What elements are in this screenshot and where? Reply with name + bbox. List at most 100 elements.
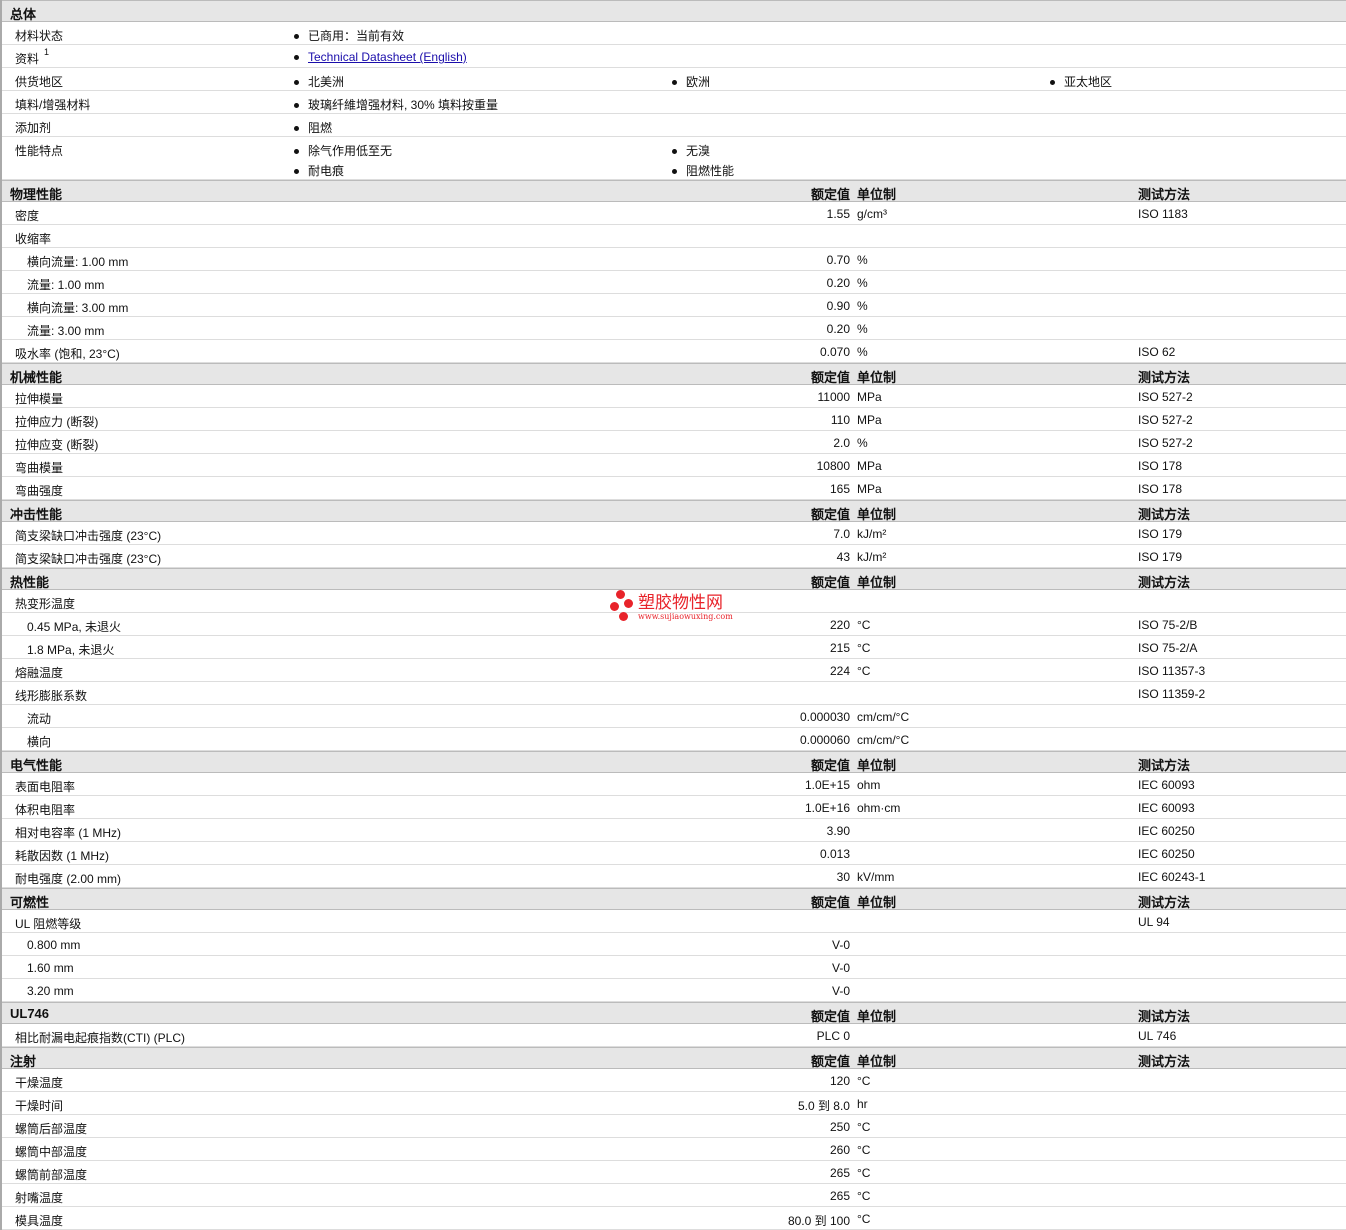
property-unit: °C — [857, 1189, 871, 1203]
property-label: 耗散因数 (1 MHz) — [15, 849, 109, 863]
unit-header: 单位制 — [857, 187, 897, 202]
bullet-text: 欧洲 — [686, 75, 711, 89]
property-row: 相比耐漏电起痕指数(CTI) (PLC) PLC 0 UL 746 — [2, 1024, 1346, 1047]
property-value: 110 — [830, 413, 850, 427]
general-row: 填料/增强材料 玻璃纤維增强材料, 30% 填料按重量 — [2, 91, 1346, 114]
property-unit: % — [857, 322, 868, 336]
bullet-item: 北美洲 — [294, 73, 344, 90]
bullet-text: 除气作用低至无 — [308, 144, 393, 158]
row-label: 性能特点 — [15, 144, 64, 158]
section-title: 冲击性能 — [10, 507, 63, 522]
property-label: 1.8 MPa, 未退火 — [27, 643, 115, 657]
test-method: IEC 60093 — [1138, 801, 1195, 815]
property-label: 弯曲模量 — [15, 461, 64, 475]
value-header: 额定值 — [810, 1054, 850, 1069]
section-header: UL746 额定值 单位制 测试方法 — [2, 1002, 1346, 1024]
method-header: 测试方法 — [1138, 575, 1191, 590]
property-value: 0.70 — [826, 253, 850, 267]
test-method: ISO 527-2 — [1138, 413, 1193, 427]
property-unit: kJ/m² — [857, 550, 887, 564]
row-label: 材料状态 — [15, 29, 64, 43]
test-method: ISO 178 — [1138, 482, 1183, 496]
property-unit: MPa — [857, 482, 882, 496]
property-label: 相对电容率 (1 MHz) — [15, 826, 121, 840]
property-unit: MPa — [857, 390, 882, 404]
property-value: 265 — [829, 1166, 850, 1180]
method-header: 测试方法 — [1138, 1054, 1191, 1069]
bullet-text: 亚太地区 — [1064, 75, 1113, 89]
unit-header: 单位制 — [857, 758, 897, 773]
test-method: ISO 1183 — [1138, 207, 1188, 221]
property-value: 0.20 — [826, 322, 850, 336]
property-row: 拉伸模量 11000 MPa ISO 527-2 — [2, 385, 1346, 408]
property-value: 0.070 — [819, 345, 850, 359]
property-label: 拉伸模量 — [15, 392, 64, 406]
property-unit: % — [857, 345, 868, 359]
property-label: 螺筒前部温度 — [15, 1168, 88, 1182]
bullet-item: 玻璃纤維增强材料, 30% 填料按重量 — [294, 96, 498, 113]
footnote-marker: 1 — [44, 47, 50, 57]
property-value: 3.90 — [826, 824, 850, 838]
property-unit: kJ/m² — [857, 527, 887, 541]
property-row: 干燥时间 5.0 到 8.0 hr — [2, 1092, 1346, 1115]
property-row: 体积电阻率 1.0E+16 ohm·cm IEC 60093 — [2, 796, 1346, 819]
bullet-text: 玻璃纤維增强材料, 30% 填料按重量 — [308, 98, 499, 112]
property-label: 横向流量: 3.00 mm — [27, 301, 129, 315]
property-unit: g/cm³ — [857, 207, 887, 221]
section-header: 机械性能 额定值 单位制 测试方法 — [2, 363, 1346, 385]
test-method: ISO 75-2/A — [1138, 641, 1198, 655]
unit-header: 单位制 — [857, 370, 897, 385]
property-label: 热变形温度 — [15, 597, 76, 611]
value-header: 额定值 — [810, 1009, 850, 1024]
property-row: UL 阻燃等级 UL 94 — [2, 910, 1346, 933]
bullet-text: 阻燃性能 — [686, 164, 735, 178]
section-header: 物理性能 额定值 单位制 测试方法 — [2, 180, 1346, 202]
watermark-title: 塑胶物性网 — [638, 592, 723, 612]
unit-header: 单位制 — [857, 1009, 897, 1024]
bullet-item: Technical Datasheet (English) — [294, 50, 467, 64]
property-row: 3.20 mm V-0 — [2, 979, 1346, 1002]
property-unit: °C — [857, 1120, 871, 1134]
property-value: 0.20 — [826, 276, 850, 290]
property-value: 224 — [829, 664, 850, 678]
property-row: 1.8 MPa, 未退火 215 °C ISO 75-2/A — [2, 636, 1346, 659]
property-unit: kV/mm — [857, 870, 895, 884]
property-unit: % — [857, 299, 868, 313]
value-header: 额定值 — [810, 187, 850, 202]
property-label: 简支梁缺口冲击强度 (23°C) — [15, 552, 162, 566]
unit-header: 单位制 — [857, 1054, 897, 1069]
property-label: 3.20 mm — [27, 984, 74, 998]
section-header: 冲击性能 额定值 单位制 测试方法 — [2, 500, 1346, 522]
property-label: 流量: 3.00 mm — [27, 324, 105, 338]
property-row: 密度 1.55 g/cm³ ISO 1183 — [2, 202, 1346, 225]
property-label: 横向流量: 1.00 mm — [27, 255, 129, 269]
property-row: 吸水率 (饱和, 23°C) 0.070% ISO 62 — [2, 340, 1346, 363]
section-header-general: 总体 — [2, 0, 1346, 22]
property-row: 流动 0.000030 cm/cm/°C — [2, 705, 1346, 728]
property-value: 120 — [829, 1074, 850, 1088]
test-method: ISO 11357-3 — [1138, 664, 1206, 678]
section-title: 注射 — [10, 1054, 37, 1069]
method-header: 测试方法 — [1138, 507, 1191, 522]
property-row: 拉伸应变 (断裂) 2.0% ISO 527-2 — [2, 431, 1346, 454]
property-unit: % — [857, 436, 868, 450]
property-label: 干燥时间 — [15, 1099, 64, 1113]
test-method: ISO 11359-2 — [1138, 687, 1206, 701]
property-value: 11000 — [817, 390, 850, 404]
property-unit: ohm — [857, 778, 881, 792]
method-header: 测试方法 — [1138, 370, 1191, 385]
test-method: ISO 75-2/B — [1138, 618, 1198, 632]
value-header: 额定值 — [810, 758, 850, 773]
property-unit: MPa — [857, 459, 882, 473]
property-value: 30 — [836, 870, 850, 884]
method-header: 测试方法 — [1138, 758, 1191, 773]
datasheet-link[interactable]: Technical Datasheet (English) — [308, 50, 467, 64]
property-label: 射嘴温度 — [15, 1191, 64, 1205]
bullet-item: 欧洲 — [672, 73, 710, 90]
property-row: 横向 0.000060 cm/cm/°C — [2, 728, 1346, 751]
property-label: 密度 — [15, 209, 40, 223]
property-row: 1.60 mm V-0 — [2, 956, 1346, 979]
property-value: PLC 0 — [816, 1029, 850, 1043]
bullet-text: 阻燃 — [308, 121, 333, 135]
row-label: 添加剂 — [15, 121, 52, 135]
